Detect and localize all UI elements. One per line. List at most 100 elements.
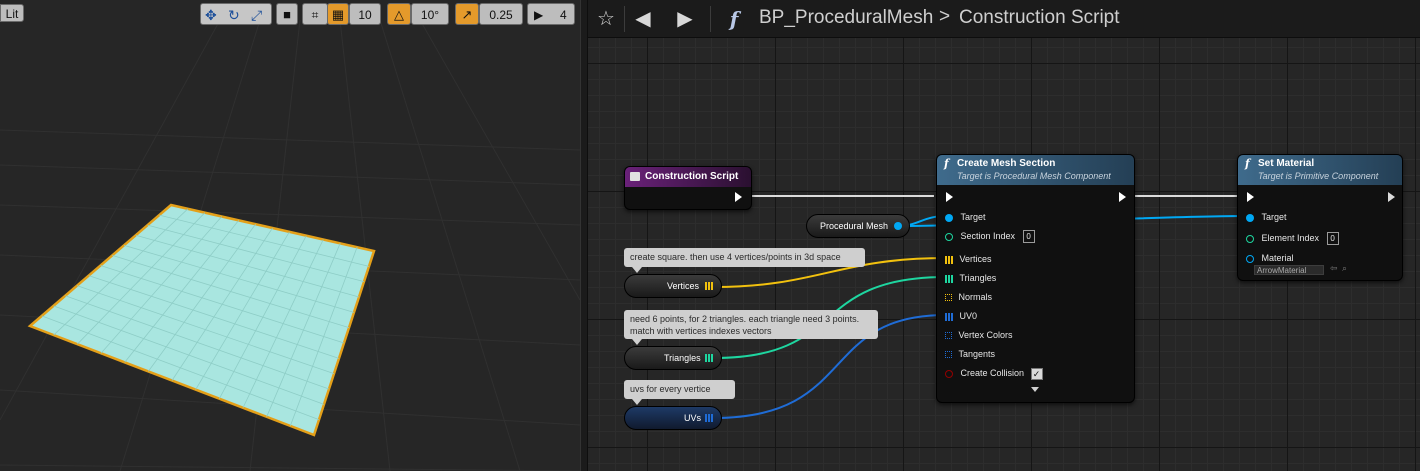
viewport-scene: [0, 19, 580, 471]
scale-snap-icon: ↗: [461, 7, 473, 22]
pin-tangents[interactable]: Tangents: [945, 349, 995, 359]
pin-element-index[interactable]: Element Index 0: [1246, 232, 1339, 245]
view-mode-label: Lit: [5, 7, 19, 21]
procedural-mesh-variable[interactable]: Procedural Mesh: [806, 214, 910, 238]
int-array-pin-icon: [705, 354, 713, 362]
pin-uv0-label: UV0: [959, 311, 978, 321]
int-pin-icon: [1246, 234, 1254, 243]
angle-icon: △: [394, 7, 404, 22]
blueprint-graph-canvas[interactable]: Construction Script f Create Mesh Sectio…: [588, 38, 1420, 471]
pin-uv0[interactable]: UV0: [945, 311, 977, 321]
rotation-snap-toggle[interactable]: △: [387, 3, 411, 25]
rotation-snap-value[interactable]: 10°: [411, 3, 449, 25]
pin-material[interactable]: Material: [1246, 253, 1294, 263]
pin-target-label: Target: [960, 212, 986, 222]
cube-icon: ■: [283, 7, 291, 22]
procedural-plane[interactable]: [27, 203, 376, 437]
panel-splitter[interactable]: [580, 0, 588, 471]
browse-search-icon[interactable]: ⌕: [1342, 263, 1347, 274]
construction-script-node[interactable]: Construction Script: [624, 166, 752, 210]
exec-in-pin[interactable]: [1247, 192, 1254, 202]
section-index-input[interactable]: 0: [1022, 230, 1035, 243]
int-array-pin-icon: [945, 274, 953, 283]
world-local-button[interactable]: ■: [276, 3, 298, 25]
grid-snap-value[interactable]: 10: [349, 3, 381, 25]
blueprint-graph-header: ☆ ◀ ▶ f BP_ProceduralMesh > Construction…: [588, 0, 1420, 38]
rotate-icon[interactable]: ↻: [228, 4, 240, 26]
triangles-variable[interactable]: Triangles: [624, 346, 722, 370]
view-mode-button[interactable]: Lit: [0, 4, 24, 22]
pin-tangents-label: Tangents: [958, 349, 996, 359]
tangent-array-pin-icon: [945, 351, 952, 359]
vertices-variable-label: Vertices: [667, 281, 700, 291]
pin-target-label: Target: [1261, 212, 1287, 222]
star-icon[interactable]: ☆: [594, 6, 618, 32]
vector2d-array-pin-icon: [945, 312, 953, 321]
camera-speed-label: 4: [560, 8, 567, 22]
comment-triangles-line1: need 6 points, for 2 triangles. each tri…: [630, 314, 860, 324]
pin-normals[interactable]: Normals: [945, 292, 992, 302]
grid-snap-toggle[interactable]: ▦: [327, 3, 349, 25]
function-icon: f: [1245, 157, 1250, 170]
pin-triangles[interactable]: Triangles: [945, 273, 996, 283]
scale-snap-toggle[interactable]: ↗: [455, 3, 479, 25]
pin-section-index-label: Section Index: [960, 230, 1016, 241]
create-mesh-node-subtitle: Target is Procedural Mesh Component: [957, 171, 1111, 181]
rotation-snap-value-label: 10°: [420, 8, 440, 22]
pin-triangles-label: Triangles: [959, 273, 997, 283]
set-material-node-subtitle: Target is Primitive Component: [1258, 171, 1379, 181]
comment-uvs[interactable]: uvs for every vertice: [624, 380, 735, 405]
comment-uvs-text: uvs for every vertice: [630, 384, 711, 394]
bool-pin-icon: [945, 370, 953, 378]
exec-in-pin[interactable]: [946, 192, 953, 202]
forward-arrow-icon[interactable]: ▶: [672, 6, 698, 32]
scale-snap-value-label: 0.25: [489, 8, 513, 22]
breadcrumb-blueprint[interactable]: BP_ProceduralMesh: [759, 7, 933, 29]
set-material-node[interactable]: f Set Material Target is Primitive Compo…: [1237, 154, 1403, 281]
exec-out-pin[interactable]: [1119, 192, 1126, 202]
color-array-pin-icon: [945, 332, 952, 340]
create-mesh-section-node[interactable]: f Create Mesh Section Target is Procedur…: [936, 154, 1135, 403]
camera-icon: ▶: [534, 8, 544, 22]
event-icon: [630, 172, 640, 181]
scale-icon[interactable]: ⤢: [251, 4, 262, 26]
element-index-input[interactable]: 0: [1326, 232, 1339, 245]
expand-pins-icon[interactable]: [1031, 387, 1039, 392]
vector-array-pin-icon: [705, 282, 713, 290]
vector-array-pin-icon: [945, 255, 953, 264]
translate-icon[interactable]: ✥: [205, 4, 217, 26]
breadcrumb-graph[interactable]: Construction Script: [959, 7, 1120, 29]
int-pin-icon: [945, 232, 953, 241]
surface-snap-button[interactable]: ⌗: [302, 3, 328, 25]
use-selected-icon[interactable]: ⇦: [1330, 263, 1338, 274]
comment-vertices[interactable]: create square. then use 4 vertices/point…: [624, 248, 865, 273]
create-collision-checkbox[interactable]: ✓: [1030, 368, 1043, 380]
scale-snap-value[interactable]: 0.25: [479, 3, 523, 25]
comment-vertices-text: create square. then use 4 vertices/point…: [630, 252, 841, 262]
transform-tools-group[interactable]: ✥ ↻ ⤢: [200, 3, 272, 25]
camera-speed-button[interactable]: ▶ 4: [527, 3, 575, 25]
uvs-variable-label: UVs: [684, 413, 702, 423]
object-pin-icon: [894, 222, 902, 230]
pin-create-collision[interactable]: Create Collision ✓: [945, 368, 1043, 380]
pin-section-index[interactable]: Section Index 0: [945, 230, 1035, 243]
uvs-variable[interactable]: UVs: [624, 406, 722, 430]
comment-triangles[interactable]: need 6 points, for 2 triangles. each tri…: [624, 310, 878, 345]
pin-target[interactable]: Target: [945, 212, 986, 222]
create-mesh-node-title: Create Mesh Section: [957, 158, 1056, 169]
pin-target[interactable]: Target: [1246, 212, 1287, 222]
pin-vertex-colors[interactable]: Vertex Colors: [945, 330, 1013, 340]
vertices-variable[interactable]: Vertices: [624, 274, 722, 298]
function-icon: f: [729, 7, 739, 31]
material-asset-dropdown[interactable]: ArrowMaterial: [1254, 265, 1324, 275]
object-pin-icon: [945, 213, 953, 222]
exec-out-pin[interactable]: [1388, 192, 1395, 202]
vector2d-array-pin-icon: [705, 414, 713, 422]
back-arrow-icon[interactable]: ◀: [630, 6, 656, 32]
surface-snap-icon: ⌗: [311, 8, 319, 22]
comment-triangles-line2: match with vertices indexes vectors: [630, 326, 772, 336]
exec-out-pin[interactable]: [735, 192, 742, 202]
level-viewport[interactable]: Lit ✥ ↻ ⤢ ■ ⌗ ▦ 10 △ 10° ↗ 0.25 ▶ 4: [0, 0, 580, 471]
procedural-mesh-label: Procedural Mesh: [820, 221, 889, 231]
pin-vertices[interactable]: Vertices: [945, 254, 992, 264]
